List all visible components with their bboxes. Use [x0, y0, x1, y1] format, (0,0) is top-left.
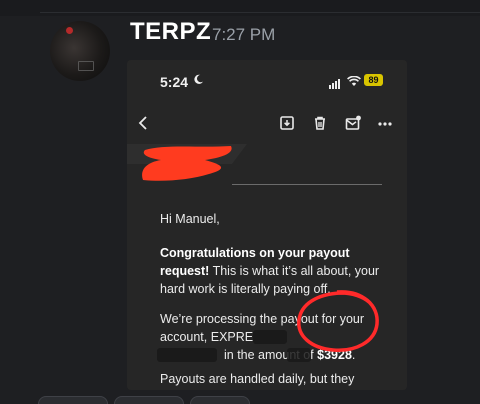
highlight-circle — [297, 290, 379, 352]
redaction-scribble — [142, 146, 232, 181]
redaction-mark — [253, 330, 287, 344]
user-avatar[interactable] — [50, 21, 110, 81]
wifi-icon — [347, 76, 361, 86]
avatar-moon — [66, 27, 73, 34]
status-time: 5:24 — [160, 74, 189, 90]
divider-line — [40, 12, 480, 13]
email-toolbar — [127, 104, 407, 144]
battery-indicator: 89 — [364, 74, 383, 86]
email-greeting: Hi Manuel, — [160, 212, 220, 226]
reaction-button[interactable] — [114, 396, 184, 404]
email-paragraph-3: Payouts are handled daily, but they — [160, 372, 355, 386]
signal-icon — [329, 79, 343, 89]
top-divider-bar — [0, 0, 480, 16]
avatar-detail — [78, 61, 94, 71]
trash-icon[interactable] — [311, 114, 329, 132]
mark-unread-icon[interactable] — [344, 114, 362, 132]
back-chevron-icon[interactable] — [135, 114, 153, 132]
phone-status-bar: 5:24 89 — [127, 60, 407, 104]
attached-screenshot[interactable]: 5:24 89 Hi Manuel, Congratulations on yo… — [127, 60, 407, 390]
message-timestamp: 7:27 PM — [212, 25, 276, 44]
redaction-mark — [157, 348, 217, 362]
archive-icon[interactable] — [278, 114, 296, 132]
message-author[interactable]: TERPZ — [130, 18, 211, 46]
header-divider — [232, 184, 382, 185]
reaction-button[interactable] — [38, 396, 108, 404]
more-options-icon[interactable] — [376, 114, 394, 132]
do-not-disturb-icon — [194, 74, 204, 84]
reaction-button[interactable] — [190, 396, 250, 404]
